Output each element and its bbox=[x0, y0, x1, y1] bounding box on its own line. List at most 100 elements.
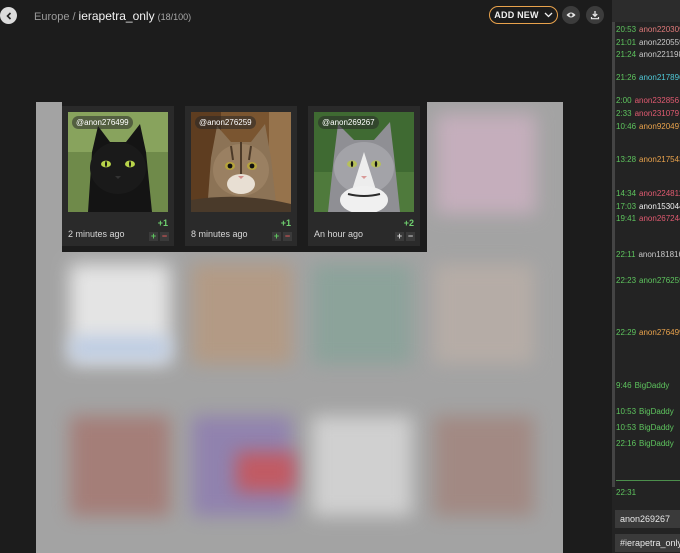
chat-message: 2:00 anon232856 bbox=[616, 96, 679, 105]
chat-channel-field[interactable]: #ierapetra_only bbox=[615, 534, 680, 552]
gallery-grid: @anon276499 +1 2 minutes ago + − @anon27… bbox=[36, 102, 563, 553]
visible-cards-row: @anon276499 +1 2 minutes ago + − @anon27… bbox=[62, 102, 427, 252]
view-button[interactable] bbox=[562, 6, 580, 24]
card-username[interactable]: @anon276259 bbox=[195, 116, 256, 129]
chat-message-user[interactable]: anon267244 bbox=[639, 214, 680, 223]
chat-message: 21:26 anon217896 bbox=[616, 73, 680, 82]
blurred-image-detail bbox=[70, 337, 170, 359]
chat-message-time: 10:46 bbox=[616, 122, 637, 131]
card-time: 8 minutes ago bbox=[191, 229, 248, 239]
chat-message-time: 9:46 bbox=[616, 381, 632, 390]
chat-message-time: 22:16 bbox=[616, 439, 637, 448]
card-time: 2 minutes ago bbox=[68, 229, 125, 239]
chat-message-user[interactable]: anon232856 bbox=[635, 96, 680, 105]
chat-message-time: 21:01 bbox=[616, 38, 637, 47]
chat-message-user[interactable]: anon181816 bbox=[638, 250, 680, 259]
breadcrumb-separator: / bbox=[72, 11, 76, 23]
chat-message-user[interactable]: BigDaddy bbox=[635, 381, 670, 390]
downvote-button[interactable]: − bbox=[160, 232, 169, 241]
upvote-button[interactable]: + bbox=[149, 232, 158, 241]
chat-message-time: 10:53 bbox=[616, 407, 637, 416]
chat-panel: 20:53 anon220309 21:01 anon220559 21:24 anon2… bbox=[612, 0, 680, 553]
chat-message-user[interactable]: anon217896 bbox=[639, 73, 680, 82]
chat-message: 22:11 anon181816 bbox=[616, 250, 680, 259]
blurred-image-detail bbox=[236, 452, 296, 492]
card-time: An hour ago bbox=[314, 229, 364, 239]
image-card[interactable]: @anon269267 +2 An hour ago + − bbox=[308, 106, 420, 246]
chat-message: 13:28 anon217543 bbox=[616, 155, 680, 164]
blurred-image bbox=[192, 264, 292, 364]
chat-message: 20:53 anon220309 bbox=[616, 25, 680, 34]
download-icon bbox=[590, 11, 600, 20]
item-count: (18/100) bbox=[157, 12, 192, 22]
chat-message-user[interactable]: anon276259 bbox=[639, 276, 680, 285]
card-score: +1 bbox=[157, 218, 168, 228]
chat-message-time: 21:26 bbox=[616, 73, 637, 82]
chat-message-time: 17:03 bbox=[616, 202, 637, 211]
chat-message-user[interactable]: BigDaddy bbox=[639, 407, 674, 416]
card-photo[interactable]: @anon269267 bbox=[314, 112, 414, 212]
chat-message: 14:34 anon224811 bbox=[616, 189, 680, 198]
breadcrumb: Europe / ierapetra_only (18/100) bbox=[34, 9, 191, 23]
chat-message-time: 13:28 bbox=[616, 155, 637, 164]
chat-message: 17:03 anon153044 bbox=[616, 202, 680, 211]
chat-scrollbar[interactable] bbox=[612, 22, 615, 487]
chat-message-user[interactable]: anon276499 bbox=[639, 328, 680, 337]
chat-message-user[interactable]: anon217543 bbox=[639, 155, 680, 164]
top-bar: Europe / ierapetra_only (18/100) ADD NEW bbox=[0, 0, 612, 30]
chat-message-user[interactable]: BigDaddy bbox=[639, 439, 674, 448]
breadcrumb-parent[interactable]: Europe bbox=[34, 11, 69, 23]
chat-message-user[interactable]: anon231079 bbox=[635, 109, 680, 118]
chat-message: 2:33 anon231079 bbox=[616, 109, 679, 118]
chat-message-user[interactable]: anon153044 bbox=[639, 202, 680, 211]
downvote-button[interactable]: − bbox=[283, 232, 292, 241]
add-new-button[interactable]: ADD NEW bbox=[489, 6, 558, 24]
chat-message-user[interactable]: anon220559 bbox=[639, 38, 680, 47]
image-card[interactable]: @anon276499 +1 2 minutes ago + − bbox=[62, 106, 174, 246]
card-score: +2 bbox=[403, 218, 414, 228]
eye-icon bbox=[566, 12, 576, 18]
upvote-button[interactable]: + bbox=[272, 232, 281, 241]
card-username[interactable]: @anon269267 bbox=[318, 116, 379, 129]
chat-message-user[interactable]: anon221198 bbox=[639, 50, 680, 59]
chat-message: 22:23 anon276259 bbox=[616, 276, 680, 285]
card-photo[interactable]: @anon276259 bbox=[191, 112, 291, 212]
chat-message: 22:16 BigDaddy bbox=[616, 439, 674, 448]
downvote-button[interactable]: − bbox=[406, 232, 415, 241]
chat-message-time: 10:53 bbox=[616, 423, 637, 432]
blurred-image bbox=[70, 416, 170, 516]
chat-message-time: 22:11 bbox=[616, 250, 636, 259]
chat-message-time: 20:53 bbox=[616, 25, 637, 34]
chat-message-time: 2:33 bbox=[616, 109, 632, 118]
card-username[interactable]: @anon276499 bbox=[72, 116, 133, 129]
chat-message: 22:29 anon276499 bbox=[616, 328, 680, 337]
chat-message: 21:24 anon221198 bbox=[616, 50, 680, 59]
chat-message: 9:46 BigDaddy bbox=[616, 381, 669, 390]
blurred-image bbox=[312, 264, 412, 364]
chat-message-time: 14:34 bbox=[616, 189, 637, 198]
upvote-button[interactable]: + bbox=[395, 232, 404, 241]
page-title: ierapetra_only bbox=[78, 9, 155, 23]
blurred-image bbox=[434, 416, 534, 516]
chat-divider bbox=[616, 480, 680, 481]
card-photo[interactable]: @anon276499 bbox=[68, 112, 168, 212]
chat-name-field[interactable]: anon269267 bbox=[615, 510, 680, 528]
chat-message-user[interactable]: BigDaddy bbox=[639, 423, 674, 432]
chevron-down-icon bbox=[544, 12, 553, 18]
image-card[interactable]: @anon276259 +1 8 minutes ago + − bbox=[185, 106, 297, 246]
chat-message: 10:46 anon920497 bbox=[616, 122, 680, 131]
chat-message-user[interactable]: anon920497 bbox=[639, 122, 680, 131]
add-new-label: ADD NEW bbox=[494, 10, 539, 20]
download-button[interactable] bbox=[586, 6, 604, 24]
chat-message-time: 22:31 bbox=[616, 488, 637, 497]
chat-message: 19:41 anon267244 bbox=[616, 214, 680, 223]
chat-header bbox=[612, 0, 680, 22]
chat-message: 21:01 anon220559 bbox=[616, 38, 680, 47]
chat-message-time: 2:00 bbox=[616, 96, 632, 105]
blurred-image bbox=[436, 114, 536, 214]
chat-message: 22:31 bbox=[616, 488, 639, 497]
back-button[interactable] bbox=[0, 7, 17, 24]
chat-message-time: 19:41 bbox=[616, 214, 637, 223]
chat-message-user[interactable]: anon220309 bbox=[639, 25, 680, 34]
chat-message-user[interactable]: anon224811 bbox=[639, 189, 680, 198]
